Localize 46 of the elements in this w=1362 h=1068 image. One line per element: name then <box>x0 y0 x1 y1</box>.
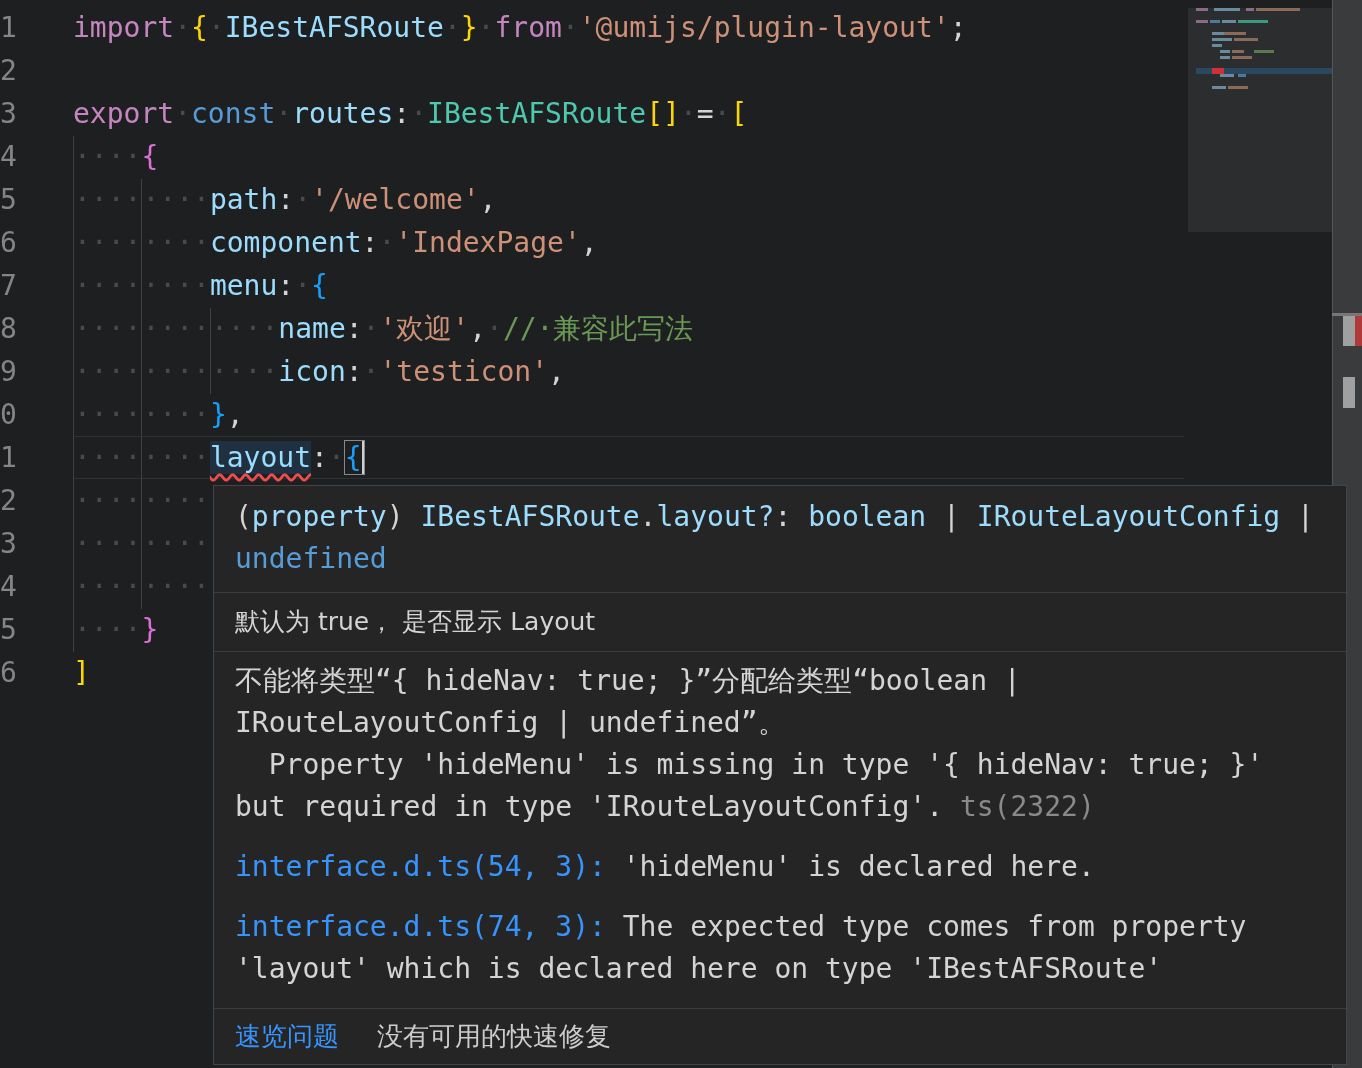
line-number: 8 <box>0 311 18 347</box>
code-line: ············icon:·'testicon', <box>73 350 565 393</box>
code-line: ············name:·'欢迎',·//·兼容此写法 <box>73 307 694 350</box>
code-line: ········ <box>73 479 210 522</box>
line-number: 7 <box>0 268 18 304</box>
file-link[interactable]: interface.d.ts(54, 3): <box>235 850 606 883</box>
error-message: IRouteLayoutConfig | undefined”。 <box>235 705 787 741</box>
code-line: ········ <box>73 522 210 565</box>
code-line: import·{·IBestAFSRoute·}·from·'@umijs/plugin-layout'; <box>73 10 967 46</box>
code-line: ········ <box>73 565 210 608</box>
type-signature: (property) IBestAFSRoute.layout?: boolean | IRouteLayoutConfig | <box>235 499 1315 535</box>
type-signature: undefined <box>235 541 388 577</box>
line-number: 0 <box>0 397 18 433</box>
code-line: ] <box>73 655 90 691</box>
error-message: but required in type 'IRouteLayoutConfig'. <box>235 790 944 823</box>
line-number: 3 <box>0 96 18 132</box>
error-message: 不能将类型“{ hideNav: true; }”分配给类型“boolean | <box>235 663 1022 699</box>
error-code: ts(2322) <box>959 790 1095 823</box>
line-number: 1 <box>0 10 18 46</box>
doc-text: 默认为 true， 是否显示 Layout <box>235 606 597 638</box>
code-line: ····{ <box>73 135 159 178</box>
code-line: ········}, <box>73 393 244 436</box>
line-number: 5 <box>0 612 18 648</box>
line-number: 2 <box>0 53 18 89</box>
code-line: ········path:·'/welcome', <box>73 178 497 221</box>
line-number: 4 <box>0 569 18 605</box>
code-line: ····} <box>73 608 159 651</box>
no-quick-fix-text: 没有可用的快速修复 <box>377 1020 611 1053</box>
line-number: 6 <box>0 655 18 691</box>
line-number: 1 <box>0 440 18 476</box>
file-link[interactable]: interface.d.ts(74, 3): <box>235 910 606 943</box>
peek-problem-link[interactable]: 速览问题 <box>235 1019 339 1054</box>
line-number: 3 <box>0 526 18 562</box>
related-message: 'hideMenu' is declared here. <box>621 850 1095 883</box>
line-number: 2 <box>0 483 18 519</box>
line-number: 9 <box>0 354 18 390</box>
line-number: 6 <box>0 225 18 261</box>
related-message: 'layout' which is declared here on type 'IBestAFSRoute' <box>235 952 1163 985</box>
line-number: 4 <box>0 139 18 175</box>
code-line: export·const·routes:·IBestAFSRoute[]·=·[ <box>73 96 748 132</box>
code-line: ········component:·'IndexPage', <box>73 221 598 264</box>
code-line: ········layout:·{ <box>73 436 1184 479</box>
error-message: Property 'hideMenu' is missing in type '{ hideNav: true; }' <box>267 747 1265 783</box>
code-line: ········menu:·{ <box>73 264 328 307</box>
line-number: 5 <box>0 182 18 218</box>
related-message: The expected type comes from property <box>621 910 1247 943</box>
